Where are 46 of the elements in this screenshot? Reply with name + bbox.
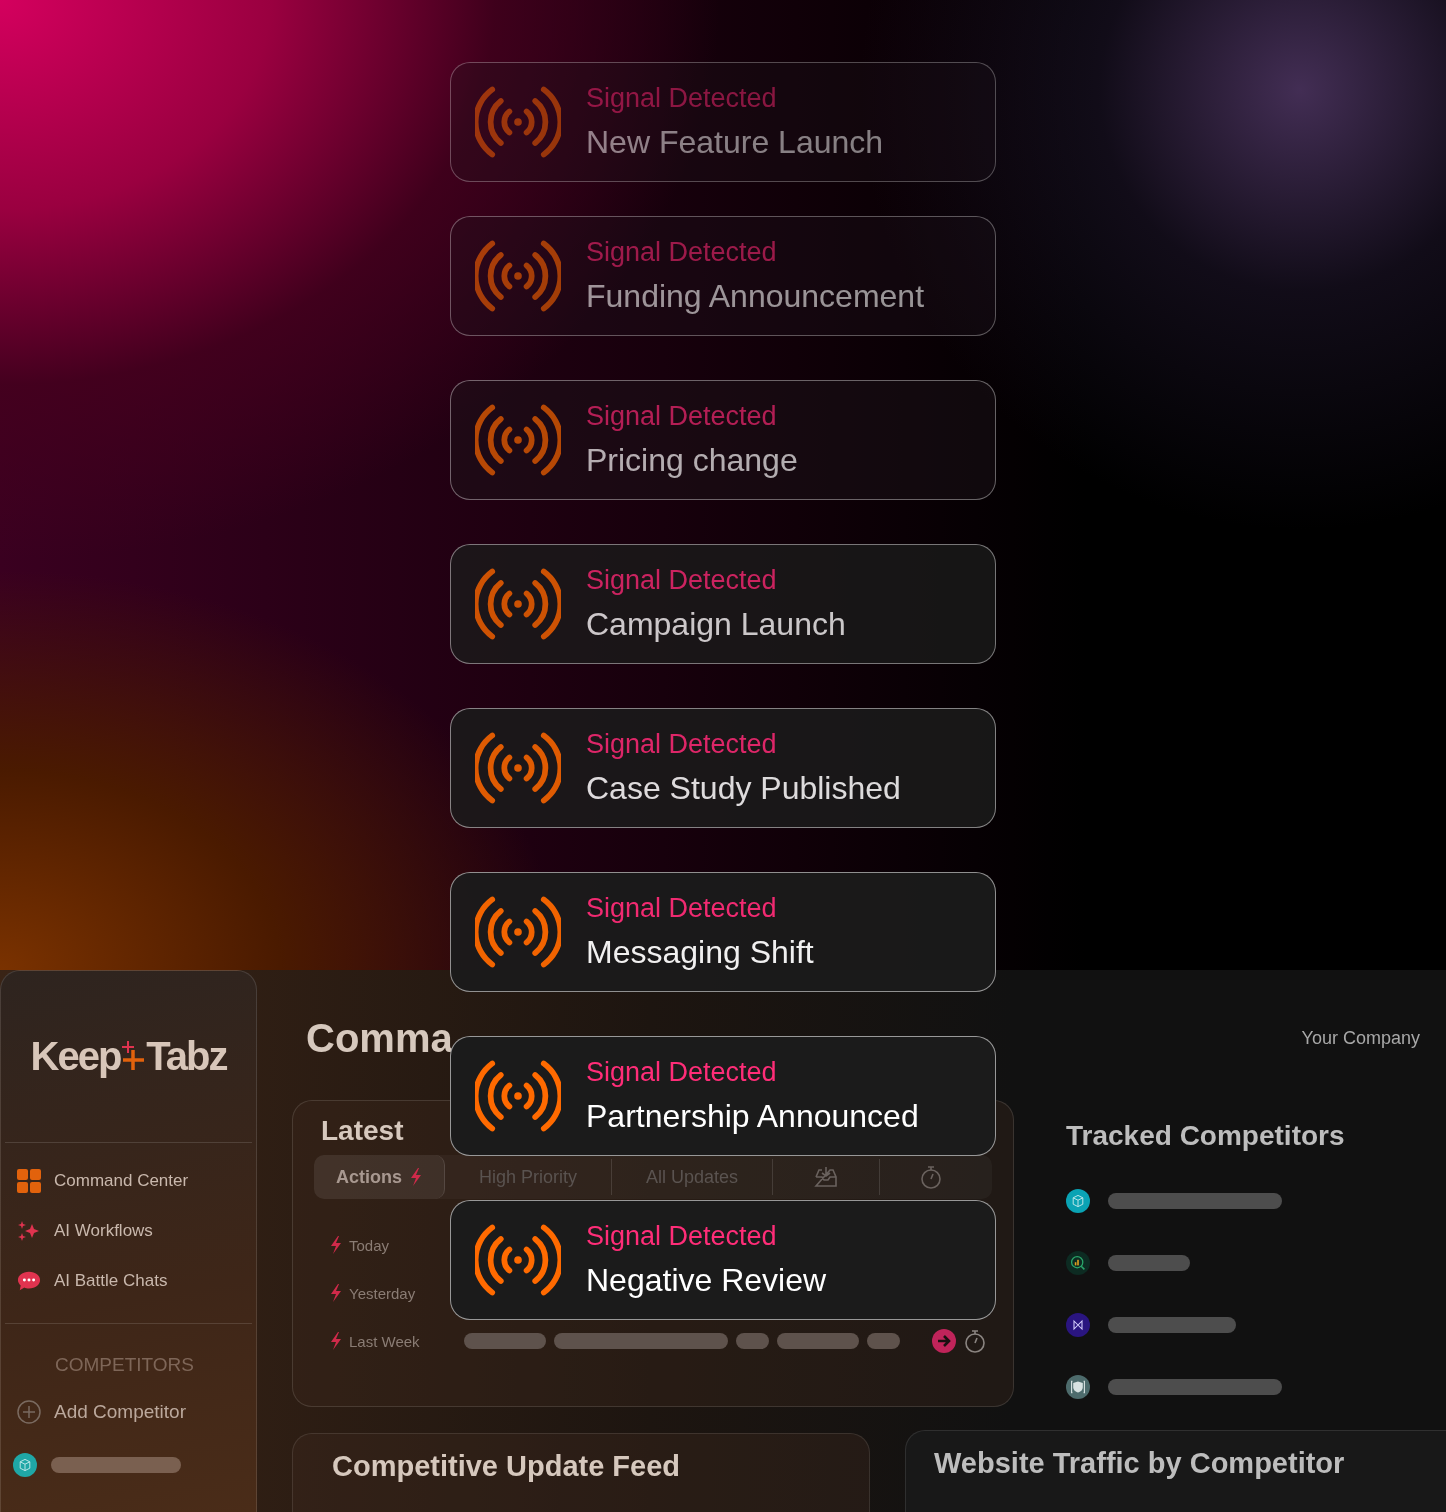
signal-label: Signal Detected xyxy=(586,893,778,924)
tab[interactable]: Actions xyxy=(314,1155,445,1199)
grid-icon xyxy=(17,1169,41,1193)
company-name: Your Company xyxy=(1301,1027,1421,1049)
signal-title: Pricing change xyxy=(586,442,798,479)
signal-label: Signal Detected xyxy=(586,565,778,596)
signal-title: Messaging Shift xyxy=(586,934,814,971)
inbox-icon xyxy=(813,1166,840,1188)
row-label: Today xyxy=(349,1236,390,1254)
nav-item[interactable]: AI Battle Chats xyxy=(1,1265,256,1297)
bolt-icon xyxy=(330,1236,342,1254)
placeholder-bar xyxy=(867,1333,900,1349)
timer-icon xyxy=(964,1329,986,1353)
sparkle-icon xyxy=(17,1219,41,1243)
signal-title: Case Study Published xyxy=(586,770,901,807)
signal-label: Signal Detected xyxy=(586,401,778,432)
signal-title: Campaign Launch xyxy=(586,606,846,643)
signal-title: Funding Announcement xyxy=(586,278,925,315)
placeholder-bar xyxy=(736,1333,769,1349)
row-label: Last Week xyxy=(349,1332,420,1350)
bolt-icon xyxy=(330,1332,342,1350)
signal-label: Signal Detected xyxy=(586,729,778,760)
add-competitor-button[interactable]: Add Competitor xyxy=(1,1396,256,1428)
panel-title: Tracked Competitors xyxy=(1066,1119,1345,1153)
card-title: Website Traffic by Competitor xyxy=(933,1446,1346,1480)
chat-icon xyxy=(17,1270,41,1292)
logo-text: Tabz xyxy=(146,1034,227,1079)
bolt-icon xyxy=(410,1168,422,1186)
signal-label: Signal Detected xyxy=(586,83,778,114)
signal-label: Signal Detected xyxy=(586,1057,778,1088)
signal-title: Partnership Announced xyxy=(586,1098,919,1135)
signal-label: Signal Detected xyxy=(586,1221,778,1252)
card-title: Competitive Update Feed xyxy=(331,1449,682,1483)
timer-icon xyxy=(920,1165,943,1189)
signal-label: Signal Detected xyxy=(586,237,778,268)
add-icon xyxy=(17,1400,41,1424)
page-title: Comma xyxy=(305,1015,453,1061)
signal-title: New Feature Launch xyxy=(586,124,884,161)
nav-item[interactable]: AI Workflows xyxy=(1,1215,256,1247)
signal-title: Negative Review xyxy=(586,1262,827,1299)
panel-title: Latest xyxy=(320,1114,404,1148)
section-heading: COMPETITORS xyxy=(54,1353,195,1376)
row-label: Yesterday xyxy=(349,1284,416,1302)
bolt-icon xyxy=(330,1284,342,1302)
nav-item[interactable]: Command Center xyxy=(1,1165,256,1197)
logo-text: Keep xyxy=(30,1034,121,1079)
